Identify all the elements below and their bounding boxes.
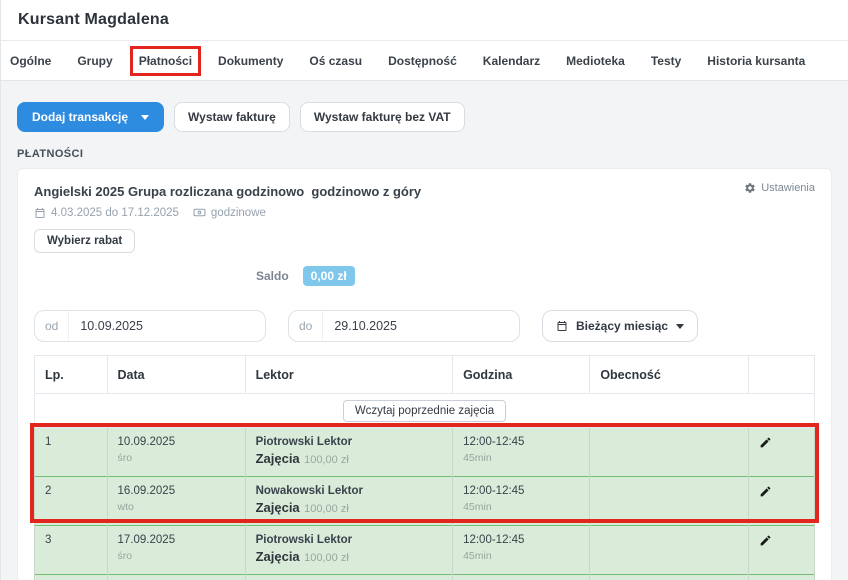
money-icon (193, 206, 206, 219)
lessons-table: Lp. Data Lektor Godzina Obecność Wczytaj… (34, 355, 815, 580)
billing-type-text: godzinowe (211, 207, 266, 219)
tab-ogolne[interactable]: Ogólne (10, 54, 51, 68)
row-item: Zajęcia (256, 500, 300, 515)
settings-link[interactable]: Ustawienia (744, 182, 815, 194)
date-to-label: do (289, 311, 323, 341)
table-row: 2 16.09.2025 wto Nowakowski Lektor Zajęc… (35, 477, 815, 526)
row-price: 100,00 zł (304, 503, 349, 515)
col-lektor: Lektor (245, 356, 452, 394)
course-meta: 4.03.2025 do 17.12.2025 godzinowe (34, 206, 815, 219)
gear-icon (744, 182, 756, 194)
edit-pencil-icon[interactable] (759, 485, 772, 502)
col-actions (749, 356, 815, 394)
table-row: 4 23.09.2025 wto Nowakowski Lektor Zajęc… (35, 575, 815, 580)
col-data: Data (107, 356, 245, 394)
row-time: 12:00-12:45 (463, 485, 579, 497)
page-header: Kursant Magdalena (1, 0, 848, 41)
row-item: Zajęcia (256, 549, 300, 564)
choose-discount-button[interactable]: Wybierz rabat (34, 229, 135, 253)
date-from-label: od (35, 311, 69, 341)
saldo-row: Saldo 0,00 zł (34, 266, 815, 286)
table-row: 1 10.09.2025 śro Piotrowski Lektor Zajęc… (35, 428, 815, 477)
course-date-range: 4.03.2025 do 17.12.2025 (34, 207, 179, 219)
col-lp: Lp. (35, 356, 108, 394)
row-attendance (590, 428, 749, 477)
row-lecturer: Piotrowski Lektor (256, 436, 442, 448)
table-row: 3 17.09.2025 śro Piotrowski Lektor Zajęc… (35, 526, 815, 575)
row-attendance (590, 526, 749, 575)
issue-invoice-button[interactable]: Wystaw fakturę (174, 102, 290, 132)
tab-platnosci[interactable]: Płatności (139, 54, 192, 68)
row-date: 10.09.2025 (118, 436, 235, 448)
row-day: śro (118, 550, 235, 562)
chevron-down-icon (676, 324, 684, 329)
row-lp: 1 (45, 436, 97, 448)
section-label: PŁATNOŚCI (17, 148, 832, 160)
tab-platnosci-label: Płatności (139, 54, 192, 68)
saldo-badge: 0,00 zł (303, 266, 355, 286)
load-previous-row: Wczytaj poprzednie zajęcia (35, 394, 815, 428)
date-to-field[interactable]: do 29.10.2025 (288, 310, 520, 342)
lessons-table-wrap: Lp. Data Lektor Godzina Obecność Wczytaj… (34, 355, 815, 580)
row-date: 17.09.2025 (118, 534, 235, 546)
row-price: 100,00 zł (304, 454, 349, 466)
row-time: 12:00-12:45 (463, 534, 579, 546)
tab-medioteka[interactable]: Medioteka (566, 54, 625, 68)
content-area: Dodaj transakcję Wystaw fakturę Wystaw f… (1, 81, 848, 580)
calendar-icon (556, 320, 568, 332)
tab-testy[interactable]: Testy (651, 54, 681, 68)
date-from-value: 10.09.2025 (69, 319, 154, 333)
edit-pencil-icon[interactable] (759, 436, 772, 453)
payments-card: Ustawienia Angielski 2025 Grupa rozlicza… (17, 168, 832, 580)
tab-bar: Ogólne Grupy Płatności Dokumenty Oś czas… (1, 41, 848, 81)
date-range-text: 4.03.2025 do 17.12.2025 (51, 207, 179, 219)
date-filters: od 10.09.2025 do 29.10.2025 Bieżący mies… (34, 310, 815, 342)
row-lp: 3 (45, 534, 97, 546)
calendar-icon (34, 207, 46, 219)
toolbar: Dodaj transakcję Wystaw fakturę Wystaw f… (17, 102, 832, 132)
row-date: 16.09.2025 (118, 485, 235, 497)
tab-dokumenty[interactable]: Dokumenty (218, 54, 283, 68)
tab-os-czasu[interactable]: Oś czasu (309, 54, 362, 68)
row-duration: 45min (463, 550, 579, 562)
row-attendance (590, 477, 749, 526)
table-header-row: Lp. Data Lektor Godzina Obecność (35, 356, 815, 394)
edit-pencil-icon[interactable] (759, 534, 772, 551)
tab-kalendarz[interactable]: Kalendarz (483, 54, 540, 68)
row-lecturer: Piotrowski Lektor (256, 534, 442, 546)
col-godzina: Godzina (453, 356, 590, 394)
row-day: wto (118, 501, 235, 513)
page-title: Kursant Magdalena (18, 11, 169, 29)
row-duration: 45min (463, 501, 579, 513)
period-select-button[interactable]: Bieżący miesiąc (542, 310, 698, 342)
col-obecnosc: Obecność (590, 356, 749, 394)
row-lecturer: Nowakowski Lektor (256, 485, 442, 497)
course-title: Angielski 2025 Grupa rozliczana godzinow… (34, 184, 815, 199)
issue-invoice-no-vat-button[interactable]: Wystaw fakturę bez VAT (300, 102, 465, 132)
row-lp: 2 (45, 485, 97, 497)
tab-historia-kursanta[interactable]: Historia kursanta (707, 54, 805, 68)
tab-grupy[interactable]: Grupy (77, 54, 112, 68)
load-previous-button[interactable]: Wczytaj poprzednie zajęcia (343, 400, 506, 422)
row-attendance (590, 575, 749, 580)
chevron-down-icon (141, 115, 149, 120)
saldo-label: Saldo (256, 269, 289, 283)
row-duration: 45min (463, 452, 579, 464)
date-from-field[interactable]: od 10.09.2025 (34, 310, 266, 342)
settings-label: Ustawienia (761, 182, 815, 194)
row-time: 12:00-12:45 (463, 436, 579, 448)
tab-dostepnosc[interactable]: Dostępność (388, 54, 457, 68)
billing-type: godzinowe (193, 206, 266, 219)
add-transaction-button[interactable]: Dodaj transakcję (17, 102, 164, 132)
period-button-label: Bieżący miesiąc (576, 319, 668, 333)
row-price: 100,00 zł (304, 552, 349, 564)
date-to-value: 29.10.2025 (323, 319, 408, 333)
add-transaction-label: Dodaj transakcję (32, 110, 128, 124)
row-day: śro (118, 452, 235, 464)
row-item: Zajęcia (256, 451, 300, 466)
